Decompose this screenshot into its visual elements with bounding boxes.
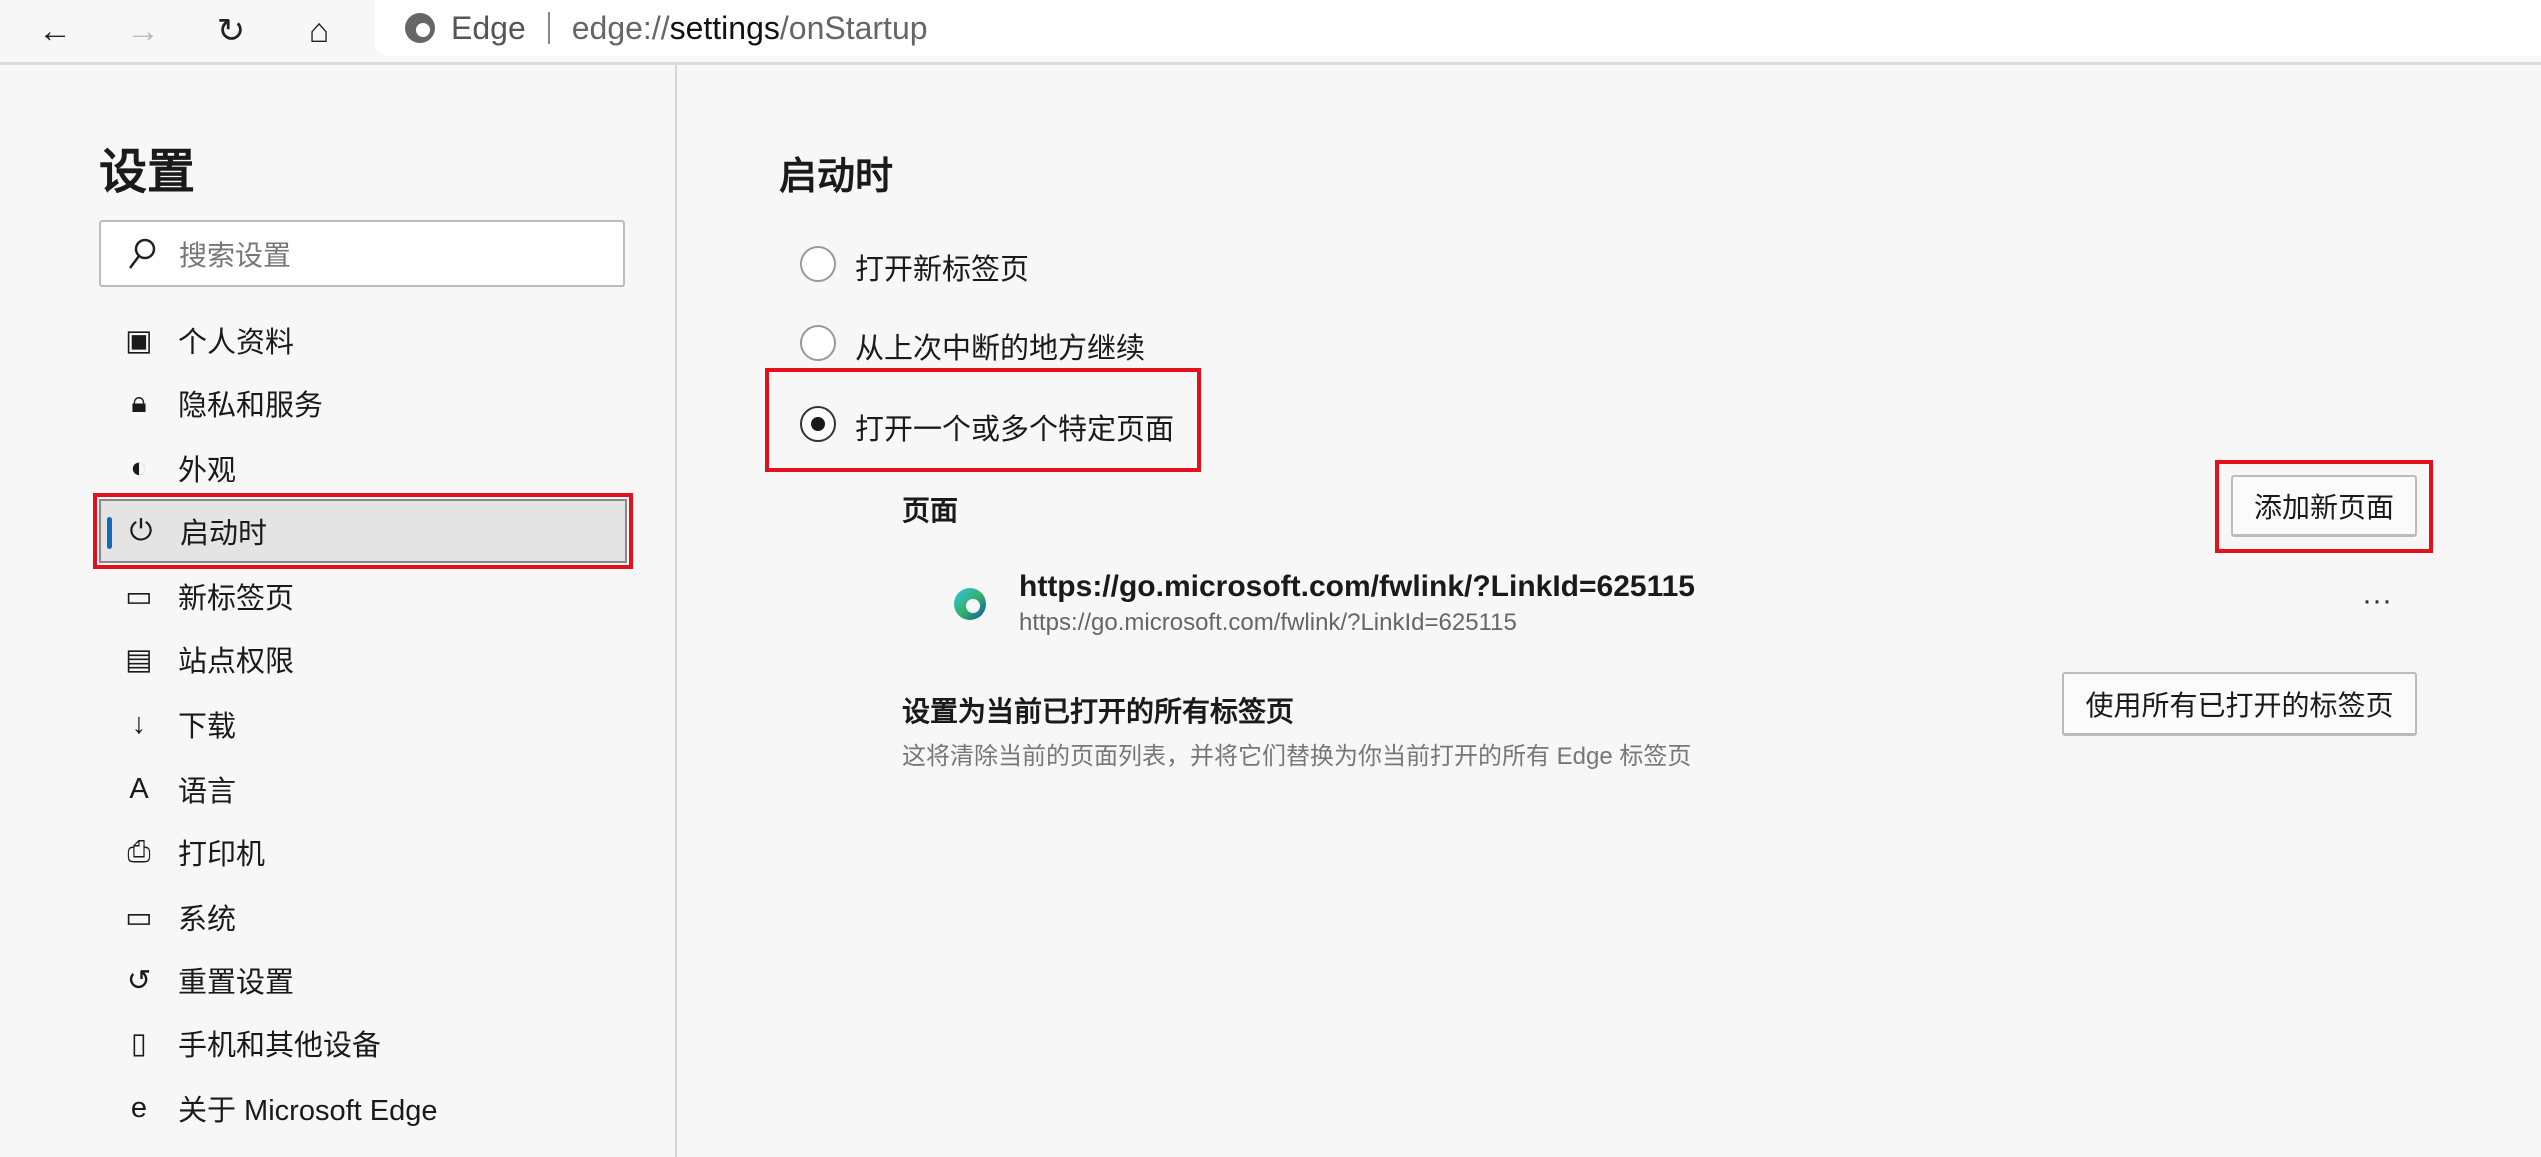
- language-icon: A: [129, 772, 149, 805]
- sidebar-item-6[interactable]: ▤ 站点权限: [99, 627, 627, 691]
- address-url: edge://settings/onStartup: [571, 9, 928, 46]
- use-open-tabs-description: 这将清除当前的页面列表，并将它们替换为你当前打开的所有 Edge 标签页: [902, 743, 1692, 770]
- sidebar-item-label: 站点权限: [178, 646, 295, 678]
- sidebar-item-3[interactable]: ◐ 外观: [99, 436, 627, 500]
- edge-favicon-icon: [954, 588, 986, 620]
- sidebar-item-5[interactable]: ▭ 新标签页: [99, 564, 627, 628]
- search-input[interactable]: 搜索设置: [99, 220, 625, 287]
- radio-continue[interactable]: [800, 325, 836, 361]
- reset-icon: ↺: [126, 964, 152, 997]
- sidebar-item-label: 下载: [178, 711, 237, 743]
- sidebar-item-10[interactable]: ▭ 系统: [99, 885, 627, 949]
- sidebar-item-label: 外观: [178, 455, 237, 487]
- use-open-tabs-title: 设置为当前已打开的所有标签页: [902, 696, 1295, 727]
- forward-button[interactable]: →: [118, 8, 168, 54]
- page-entry-title: https://go.microsoft.com/fwlink/?LinkId=…: [1019, 570, 1695, 603]
- site-permissions-icon: ▤: [125, 643, 153, 676]
- more-options-button[interactable]: ···: [2362, 584, 2392, 618]
- sidebar-item-4[interactable]: ⏻ 启动时: [93, 493, 633, 569]
- sidebar-item-8[interactable]: A 语言: [99, 757, 627, 821]
- sidebar-item-label: 关于 Microsoft Edge: [178, 1095, 438, 1127]
- profile-icon: ▣: [125, 324, 153, 357]
- sidebar-item-12[interactable]: ▯ 手机和其他设备: [99, 1011, 627, 1075]
- lock-icon: 🔒︎: [131, 386, 147, 419]
- radio-specific-pages[interactable]: [800, 406, 836, 442]
- sidebar-item-2[interactable]: 🔒︎ 隐私和服务: [99, 371, 627, 435]
- page-entry-url: https://go.microsoft.com/fwlink/?LinkId=…: [1019, 609, 1517, 636]
- sidebar-item-label: 隐私和服务: [178, 390, 324, 422]
- page-title: 启动时: [779, 156, 894, 198]
- phone-icon: ▯: [131, 1027, 147, 1060]
- radio-label-continue[interactable]: 从上次中断的地方继续: [855, 325, 1145, 367]
- search-icon: [129, 238, 156, 269]
- sidebar-item-label: 手机和其他设备: [178, 1030, 382, 1062]
- sidebar-item-label: 重置设置: [178, 967, 295, 999]
- address-bar[interactable]: Edge edge://settings/onStartup: [375, 0, 2541, 56]
- sidebar-item-13[interactable]: e 关于 Microsoft Edge: [99, 1076, 627, 1140]
- browser-toolbar: ← → ↻ ⌂ Edge edge://settings/onStartup: [0, 0, 2541, 65]
- address-brand: Edge: [451, 9, 526, 46]
- sidebar-title: 设置: [99, 146, 196, 199]
- sidebar-item-label: 语言: [178, 776, 237, 808]
- sidebar-item-label: 打印机: [178, 839, 266, 871]
- pages-label: 页面: [902, 495, 959, 526]
- download-icon: ↓: [131, 707, 147, 740]
- home-button[interactable]: ⌂: [294, 8, 344, 54]
- sidebar-item-label: 启动时: [180, 518, 268, 550]
- sidebar-item-1[interactable]: ▣ 个人资料: [99, 308, 627, 372]
- sidebar-item-label: 个人资料: [178, 327, 295, 359]
- edge-icon: [405, 13, 435, 43]
- sidebar-item-9[interactable]: ⎙ 打印机: [99, 820, 627, 884]
- sidebar-item-label: 系统: [178, 904, 237, 936]
- palette-icon: ◐: [130, 451, 148, 484]
- printer-icon: ⎙: [127, 835, 151, 868]
- sidebar-item-label: 新标签页: [178, 583, 295, 615]
- radio-label-new-tab[interactable]: 打开新标签页: [855, 246, 1029, 288]
- address-divider: [547, 12, 550, 44]
- power-icon: ⏻: [129, 514, 153, 547]
- add-page-button[interactable]: 添加新页面: [2231, 475, 2417, 537]
- radio-open-new-tab[interactable]: [800, 246, 836, 282]
- sidebar-item-7[interactable]: ↓ 下载: [99, 692, 627, 756]
- laptop-icon: ▭: [125, 901, 153, 934]
- back-button[interactable]: ←: [30, 8, 80, 54]
- new-tab-icon: ▭: [125, 580, 153, 613]
- use-open-tabs-button[interactable]: 使用所有已打开的标签页: [2062, 672, 2417, 736]
- sidebar-item-11[interactable]: ↺ 重置设置: [99, 948, 627, 1012]
- radio-label-specific-pages[interactable]: 打开一个或多个特定页面: [855, 406, 1174, 448]
- refresh-button[interactable]: ↻: [206, 8, 256, 54]
- search-placeholder: 搜索设置: [179, 239, 292, 271]
- edge-logo-icon: e: [130, 1091, 148, 1124]
